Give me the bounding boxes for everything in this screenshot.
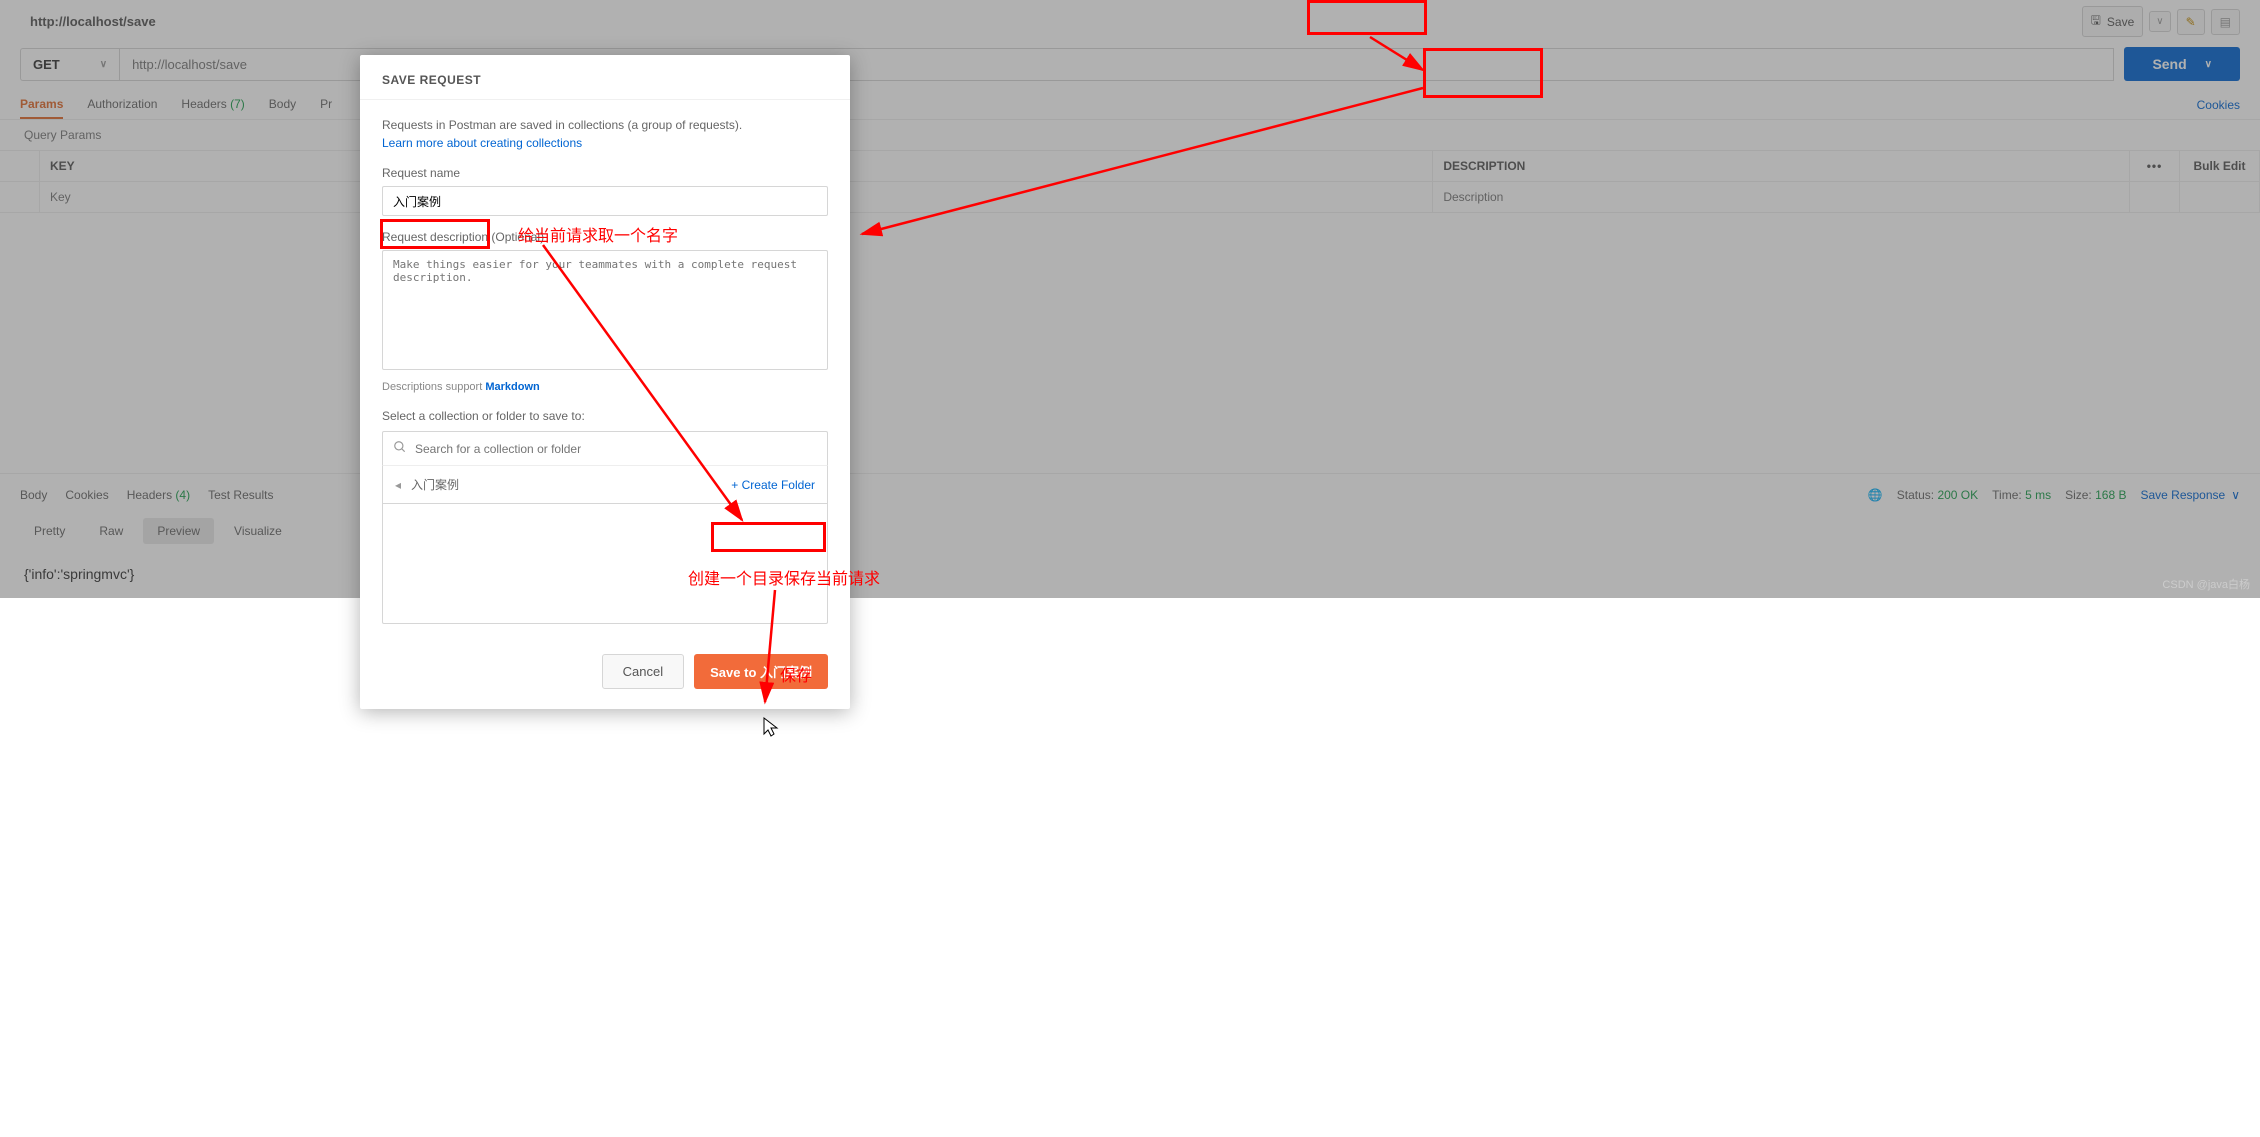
back-icon[interactable]: ◂ (395, 478, 401, 492)
desc-hint: Descriptions support Markdown (382, 381, 828, 393)
search-icon (393, 440, 407, 457)
save-to-button[interactable]: Save to 入门案例 (694, 654, 828, 689)
request-name-label: Request name (382, 166, 828, 180)
create-folder-link[interactable]: + Create Folder (731, 478, 815, 492)
modal-help-text: Requests in Postman are saved in collect… (382, 116, 828, 152)
modal-title: SAVE REQUEST (360, 55, 850, 100)
request-desc-input[interactable] (382, 250, 828, 370)
request-name-input[interactable] (382, 186, 828, 216)
markdown-link[interactable]: Markdown (485, 381, 539, 393)
folder-row[interactable]: ◂ 入门案例 + Create Folder (382, 465, 828, 504)
folder-contents (382, 504, 828, 624)
collection-search[interactable] (382, 431, 828, 465)
watermark: CSDN @java白杨 (2162, 576, 2250, 592)
cursor-icon (762, 716, 782, 740)
learn-more-link[interactable]: Learn more about creating collections (382, 136, 582, 150)
request-desc-label: Request description (Optional) (382, 230, 828, 244)
select-collection-label: Select a collection or folder to save to… (382, 409, 828, 423)
cancel-button[interactable]: Cancel (602, 654, 684, 689)
search-input[interactable] (415, 442, 817, 456)
save-request-modal: SAVE REQUEST Requests in Postman are sav… (360, 55, 850, 709)
modal-overlay (0, 0, 2260, 598)
folder-name: 入门案例 (411, 476, 731, 493)
